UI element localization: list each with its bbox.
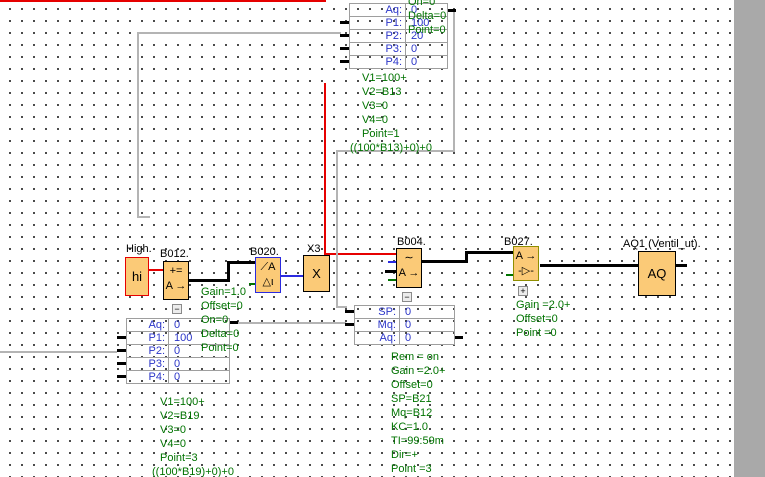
table-row: P3: 0 — [350, 43, 447, 56]
expand-toggle-b027[interactable]: + — [518, 286, 528, 296]
block-b012-symbol1: += — [169, 265, 183, 277]
block-b004-symbol1: ∼ — [404, 252, 414, 264]
block-label-b012: B012. — [160, 248, 189, 260]
block-b027-symbol1: A → — [515, 250, 537, 262]
wire-aq1-stub — [676, 264, 687, 267]
pin-top-p4 — [340, 60, 349, 63]
wire-gray-left-stub[interactable] — [137, 216, 150, 218]
param-text-top-side: On=0 Delta=0 Point=0 — [408, 0, 447, 36]
collapse-toggle-b012[interactable]: − — [172, 304, 182, 314]
wire-hi-to-b012[interactable] — [149, 269, 163, 271]
param-text-b027: Gain =2.0+ Offset=0 Point =0 — [516, 299, 571, 339]
table-row: P3: 0 — [127, 358, 229, 371]
block-label-high: High. — [126, 243, 152, 255]
block-label-b004: B004. — [397, 236, 426, 248]
wire-b012-out-2[interactable] — [227, 261, 230, 282]
param-text-pid: Rem = on Gain =2.0+ Offset=0 SP=B21 Mq=B… — [391, 351, 446, 475]
wire-b012-out-3[interactable] — [227, 261, 256, 264]
block-hi-text: hi — [131, 269, 143, 284]
pin-left-p3 — [117, 362, 126, 365]
block-aq1[interactable]: AQ — [638, 251, 676, 296]
pin-b027-in2 — [506, 274, 513, 276]
wire-b012-out-1[interactable] — [188, 279, 230, 282]
wire-red-vertical[interactable] — [324, 83, 326, 255]
param-text-left-below: V1=100+ V2=B19 V3=0 V4=0 Point=3 — [160, 396, 205, 464]
block-hi[interactable]: hi — [125, 257, 149, 296]
wire-gray-top-horizontal[interactable] — [137, 32, 341, 34]
table-row: SP: 0 — [355, 306, 454, 319]
block-b027[interactable]: A → -▷- — [513, 246, 539, 281]
pin-top-aq-out — [448, 9, 456, 12]
wire-gray-to-sp[interactable] — [336, 306, 347, 308]
wire-b027-to-aq1[interactable] — [540, 264, 638, 267]
wire-red-to-b004[interactable] — [324, 253, 396, 255]
outside-canvas-area — [734, 0, 765, 477]
block-b020-symbol1: ⟋A — [260, 261, 276, 273]
param-table-pid[interactable]: SP: 0 Mq: 0 Aq: 0 — [354, 305, 455, 345]
wire-gray-aq-to-mq[interactable] — [238, 322, 346, 324]
pin-left-p1 — [117, 336, 126, 339]
block-aq1-text: AQ — [647, 266, 667, 281]
pin-top-p3 — [340, 47, 349, 50]
block-x3[interactable]: X — [303, 255, 330, 292]
block-x3-text: X — [312, 266, 321, 281]
block-label-aq1: AQ1 (Ventil_ut). — [623, 238, 701, 250]
table-row: P4: 0 — [127, 371, 229, 383]
wire-gray-left-vertical[interactable] — [137, 32, 139, 218]
pin-pid-aq-out — [455, 336, 463, 339]
block-b012-symbol2: A → — [165, 280, 187, 292]
wire-b004-out-1[interactable] — [422, 260, 468, 263]
table-row: P4: 0 — [350, 56, 447, 68]
wire-gray-left-edge[interactable] — [0, 351, 117, 353]
wire-gray-aq-down1[interactable] — [453, 10, 455, 152]
param-formula-top: ((100*B13)+0)+0 — [350, 142, 432, 154]
pin-b004-in3 — [385, 270, 396, 273]
pin-b004-in2 — [388, 261, 396, 263]
pin-left-p2 — [117, 349, 126, 352]
wire-red-horizontal[interactable] — [0, 0, 326, 2]
table-row: Aq: 0 — [355, 332, 454, 344]
table-row: Mq: 0 — [355, 319, 454, 332]
collapse-toggle-b004[interactable]: − — [402, 292, 412, 302]
pin-pid-sp — [345, 310, 354, 313]
pin-pid-mq — [345, 323, 354, 326]
block-b004-symbol2: A → — [398, 267, 420, 279]
pin-b004-in4 — [388, 279, 396, 281]
fbd-editor-canvas: High. hi B012. += A → B020. ⟋A △ι X3 X B… — [0, 0, 765, 477]
block-b020[interactable]: ⟋A △ι — [255, 257, 281, 293]
param-text-b012: Gain=1.0 Offset=0 On=0 Delta=0 Point=0 — [201, 286, 246, 354]
param-text-top-below: V1=100+ V2=B13 V3=0 V4=0 Point=1 — [362, 72, 407, 140]
pin-left-p4 — [117, 375, 126, 378]
block-b027-symbol2: -▷- — [518, 265, 534, 277]
pin-top-p2 — [340, 34, 349, 37]
wire-b020-to-x3[interactable] — [280, 275, 303, 277]
block-b020-symbol2: △ι — [262, 276, 274, 288]
wire-b004-out-3[interactable] — [465, 251, 515, 254]
pin-top-p1 — [340, 21, 349, 24]
wire-gray-aq-down2[interactable] — [336, 150, 338, 308]
param-formula-left: ((100*B19)+0)+0 — [152, 466, 234, 477]
block-label-x3: X3 — [307, 243, 321, 255]
block-b012[interactable]: += A → — [163, 261, 189, 300]
block-b004[interactable]: ∼ A → — [396, 248, 422, 288]
